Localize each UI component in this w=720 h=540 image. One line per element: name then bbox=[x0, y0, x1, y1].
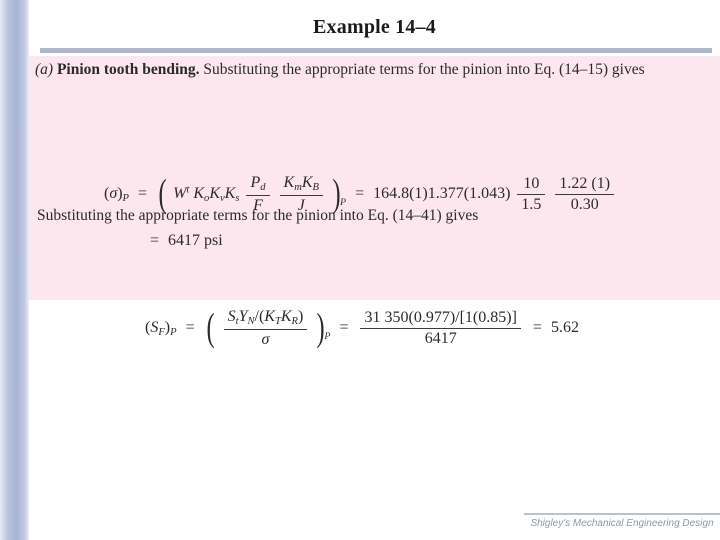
eq2-equals-2: = bbox=[339, 319, 349, 337]
eq2-frac-num: StYN/(KTKR) bbox=[223, 308, 308, 330]
eq1-lhs: (σ)P bbox=[104, 185, 129, 204]
part-heading: Pinion tooth bending. bbox=[56, 61, 200, 78]
footer-attribution: Shigley's Mechanical Engineering Design bbox=[530, 518, 714, 529]
paragraph-eq-14-41: Substituting the appropriate terms for t… bbox=[37, 207, 479, 224]
eq2-frac-definition: StYN/(KTKR) σ bbox=[223, 308, 308, 349]
equation-bending-factor-of-safety: (SF)P = ( StYN/(KTKR) σ )P = 31 350(0.97… bbox=[145, 308, 579, 349]
eq2-equals: = bbox=[185, 319, 195, 337]
eq2-group-subscript: P bbox=[324, 331, 331, 343]
slide-canvas: Example 14–4 (a) Pinion tooth bending. S… bbox=[0, 0, 720, 540]
eq1-result-value: 6417 psi bbox=[168, 232, 223, 249]
left-accent-band bbox=[0, 0, 29, 540]
eq2-close-paren: ) bbox=[316, 306, 325, 350]
eq2-result-value: 5.62 bbox=[550, 319, 579, 337]
eq1-frac3-num: 10 bbox=[517, 175, 546, 195]
paragraph-part-a-rest: Substituting the appropriate terms for t… bbox=[199, 61, 645, 78]
eq1-equals-2: = bbox=[355, 185, 365, 203]
eq1-factor-ko: Ko bbox=[193, 185, 210, 204]
equation-bending-stress-result: = 6417 psi bbox=[145, 232, 223, 250]
eq1-factor-ks: Ks bbox=[224, 185, 240, 204]
eq2-frac-numeric: 31 350(0.977)/[1(0.85)] 6417 bbox=[360, 309, 521, 348]
eq1-lhs-subscript: P bbox=[122, 192, 129, 204]
eq1-factor-wt: Wt bbox=[173, 184, 190, 203]
eq1-equals: = bbox=[138, 185, 148, 203]
page-title: Example 14–4 bbox=[313, 16, 436, 38]
eq2-lhs-subscript: P bbox=[170, 326, 177, 338]
eq2-frac-den: σ bbox=[261, 330, 270, 348]
eq1-frac2-num: KmKB bbox=[279, 174, 323, 196]
eq2-numeric-num: 31 350(0.977)/[1(0.85)] bbox=[360, 309, 521, 329]
eq1-frac4-num: 1.22 (1) bbox=[555, 175, 615, 195]
eq2-open-paren: ( bbox=[206, 306, 215, 350]
eq2-numeric-den: 6417 bbox=[424, 329, 457, 347]
eq2-result-equals: = bbox=[532, 319, 542, 337]
sigma-symbol: σ bbox=[109, 185, 118, 203]
eq1-numeric-terms: 164.8(1)1.377(1.043) bbox=[373, 185, 511, 203]
part-label: (a) bbox=[35, 61, 54, 78]
content-block: (a) Pinion tooth bending. Substituting t… bbox=[29, 56, 720, 348]
eq1-result-equals: = bbox=[150, 232, 160, 249]
eq2-lhs: (SF)P bbox=[145, 319, 177, 338]
eq1-frac1-num: Pd bbox=[246, 174, 270, 196]
footer-divider bbox=[524, 513, 720, 515]
title-divider bbox=[40, 48, 712, 53]
paragraph-part-a: (a) Pinion tooth bending. Substituting t… bbox=[35, 60, 720, 80]
eq1-factor-kv: Kv bbox=[209, 185, 225, 204]
